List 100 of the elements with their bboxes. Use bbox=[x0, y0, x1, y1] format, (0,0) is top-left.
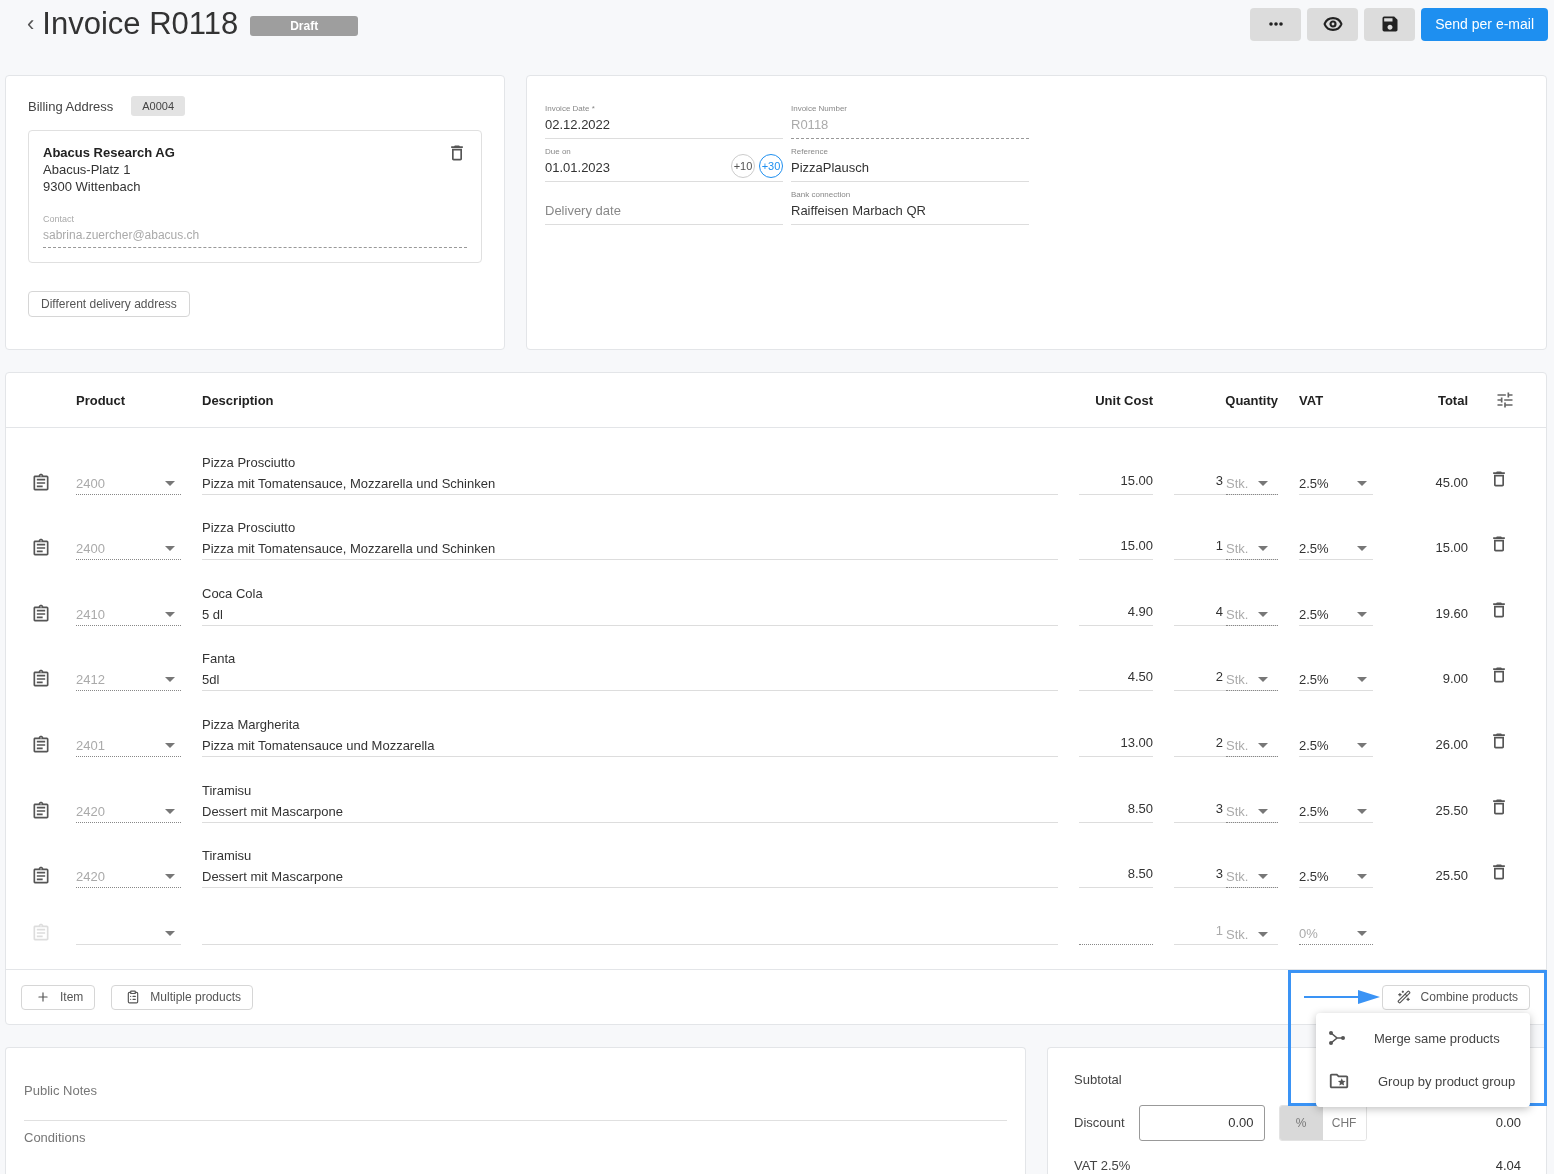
row-total: 9.00 bbox=[1441, 671, 1468, 689]
caret-icon bbox=[1357, 808, 1367, 814]
caret-icon bbox=[165, 874, 175, 880]
preview-button[interactable] bbox=[1307, 7, 1359, 41]
vat-amount: 4.04 bbox=[1495, 1158, 1521, 1174]
quantity-field[interactable]: 2 Stk. bbox=[1174, 669, 1278, 692]
quantity-field[interactable]: 4 Stk. bbox=[1174, 603, 1278, 626]
delivery-date-field[interactable]: Delivery date bbox=[545, 182, 783, 225]
days-chip[interactable]: +10 bbox=[731, 154, 755, 178]
more-button[interactable] bbox=[1250, 7, 1302, 41]
back-button[interactable]: ‹ bbox=[27, 11, 35, 37]
add-item-button[interactable]: Item bbox=[21, 984, 96, 1010]
eye-icon bbox=[1322, 14, 1343, 34]
save-button[interactable] bbox=[1364, 7, 1416, 41]
quantity-field[interactable]: 2 Stk. bbox=[1174, 734, 1278, 757]
description-field[interactable]: Pizza Margherita Pizza mit Tomatensauce und Mozzarella bbox=[202, 716, 1058, 757]
due-date-field[interactable]: Due on 01.01.2023 +10 +30 bbox=[545, 139, 783, 182]
row-total: 25.50 bbox=[1434, 802, 1468, 820]
invoice-date-field[interactable]: Invoice Date * 02.12.2022 bbox=[545, 96, 783, 139]
vat-select[interactable]: 2.5% bbox=[1299, 472, 1373, 495]
menu-item[interactable]: Merge same products bbox=[1316, 1016, 1530, 1060]
caret-icon bbox=[1258, 742, 1269, 748]
discount-amount: 0.00 bbox=[1495, 1115, 1521, 1131]
unit-cost-field[interactable]: 13.00 bbox=[1079, 734, 1153, 757]
row-total: 19.60 bbox=[1434, 605, 1468, 623]
company-name: Abacus Research AG bbox=[43, 145, 175, 160]
city: 9300 Wittenbach bbox=[43, 179, 142, 194]
description-field[interactable]: Tiramisu Dessert mit Mascarpone bbox=[202, 848, 1058, 889]
caret-icon bbox=[1258, 874, 1269, 880]
description-field[interactable]: Pizza Prosciutto Pizza mit Tomatensauce, Mozzarella und Schinken bbox=[202, 454, 1058, 495]
caret-icon bbox=[1357, 546, 1367, 552]
caret-icon bbox=[1258, 808, 1269, 814]
invoice-number-field: Invoice Number R0118 bbox=[791, 96, 1029, 139]
column-header: Quantity bbox=[1224, 392, 1278, 408]
address-code: A0004 bbox=[131, 96, 186, 116]
vat-select[interactable]: 2.5% bbox=[1299, 669, 1373, 692]
description-field[interactable]: Pizza Prosciutto Pizza mit Tomatensauce, Mozzarella und Schinken bbox=[202, 520, 1058, 561]
vat-select[interactable]: 2.5% bbox=[1299, 603, 1373, 626]
reference-field[interactable]: Reference PizzaPlausch bbox=[791, 139, 1029, 182]
caret-icon bbox=[1258, 480, 1269, 486]
magic-wand-icon bbox=[1396, 990, 1411, 1005]
row-total: 25.50 bbox=[1434, 868, 1468, 886]
column-header: Description bbox=[202, 392, 275, 408]
description-field[interactable]: Fanta 5dl bbox=[202, 651, 1058, 692]
column-header: Unit Cost bbox=[1094, 392, 1153, 408]
row-total: 26.00 bbox=[1434, 736, 1468, 754]
unit-cost-field[interactable]: 8.50 bbox=[1079, 800, 1153, 823]
billing-address-label: Billing Address bbox=[28, 98, 114, 114]
street: Abacus-Platz 1 bbox=[43, 162, 132, 177]
caret-icon bbox=[1357, 931, 1367, 937]
quantity-field[interactable]: 3 Stk. bbox=[1174, 866, 1278, 889]
caret-icon bbox=[1258, 931, 1269, 937]
row-total: 45.00 bbox=[1434, 474, 1468, 492]
quantity-field[interactable]: 1 Stk. bbox=[1174, 538, 1278, 561]
description-field[interactable]: Coca Cola 5 dl bbox=[202, 585, 1058, 626]
caret-icon bbox=[1357, 611, 1367, 617]
caret-icon bbox=[1357, 874, 1367, 880]
caret-icon bbox=[1258, 546, 1269, 552]
vat-select[interactable]: 2.5% bbox=[1299, 800, 1373, 823]
menu-item[interactable]: Group by product group bbox=[1316, 1059, 1530, 1103]
caret-icon bbox=[165, 677, 175, 683]
contact-label: Contact bbox=[43, 214, 76, 224]
caret-icon bbox=[1357, 742, 1367, 748]
bank-connection-field[interactable]: Bank connection Raiffeisen Marbach QR bbox=[791, 182, 1029, 225]
unit-cost-field[interactable]: 4.50 bbox=[1079, 669, 1153, 692]
vat-select[interactable]: 2.5% bbox=[1299, 866, 1373, 889]
caret-icon bbox=[1357, 480, 1367, 486]
combine-products-button[interactable]: Combine products bbox=[1381, 984, 1530, 1010]
column-header: Product bbox=[76, 392, 127, 408]
caret-icon bbox=[165, 808, 175, 814]
caret-icon bbox=[165, 931, 175, 937]
caret-icon bbox=[165, 546, 175, 552]
multiple-products-button[interactable]: Multiple products bbox=[111, 984, 254, 1010]
quantity-field[interactable]: 3 Stk. bbox=[1174, 472, 1278, 495]
public-notes-field[interactable]: Public Notes bbox=[24, 1074, 1007, 1122]
clipboard-icon bbox=[126, 990, 141, 1005]
description-field[interactable]: Tiramisu Dessert mit Mascarpone bbox=[202, 782, 1058, 823]
plus-icon bbox=[36, 990, 50, 1005]
conditions-field[interactable]: Conditions bbox=[24, 1121, 1007, 1168]
subtotal-label: Subtotal bbox=[1074, 1072, 1122, 1088]
row-total: 15.00 bbox=[1434, 540, 1468, 558]
caret-icon bbox=[165, 480, 175, 486]
caret-icon bbox=[1357, 677, 1367, 683]
quantity-field[interactable]: 3 Stk. bbox=[1174, 800, 1278, 823]
column-header: Total bbox=[1436, 392, 1468, 408]
column-header: VAT bbox=[1299, 392, 1325, 408]
delivery-address-button[interactable]: Different delivery address bbox=[28, 291, 190, 317]
page-title: Invoice R0118 bbox=[42, 6, 239, 42]
caret-icon bbox=[165, 742, 175, 748]
unit-cost-field[interactable]: 8.50 bbox=[1079, 866, 1153, 889]
status-badge: Draft bbox=[250, 16, 359, 36]
caret-icon bbox=[165, 611, 175, 617]
vat-select[interactable]: 2.5% bbox=[1299, 734, 1373, 757]
unit-cost-field[interactable]: 15.00 bbox=[1079, 472, 1153, 495]
unit-cost-field[interactable]: 4.90 bbox=[1079, 603, 1153, 626]
unit-cost-field[interactable]: 15.00 bbox=[1079, 538, 1153, 561]
vat-select[interactable]: 2.5% bbox=[1299, 538, 1373, 561]
more-icon bbox=[1268, 22, 1283, 26]
vat-label: VAT 2.5% bbox=[1074, 1158, 1131, 1174]
discount-input[interactable]: 0.00 bbox=[1138, 1104, 1265, 1141]
